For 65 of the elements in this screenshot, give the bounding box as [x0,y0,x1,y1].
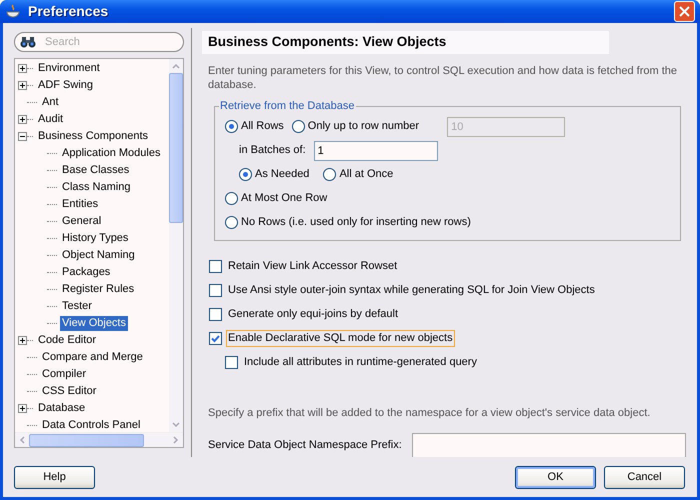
search-field[interactable]: Search [14,32,184,52]
tree-item[interactable]: Class Naming [60,180,132,196]
radio-label[interactable]: As Needed [255,166,310,183]
dialog-button[interactable]: Cancel [604,466,685,488]
window-title: Preferences [28,2,110,22]
checkbox[interactable] [209,308,222,321]
checkbox-label[interactable]: Include all attributes in runtime-generated query [242,354,479,371]
tree-item[interactable]: Base Classes [60,163,132,178]
tree-item[interactable]: Entities [60,197,100,212]
radio-button[interactable] [239,168,252,181]
expand-icon[interactable] [18,81,27,90]
close-icon [679,6,690,18]
tree-item[interactable]: Business Components [36,129,150,144]
batches-label: in Batches of: [239,143,306,158]
collapse-icon[interactable] [18,132,27,142]
prefix-field[interactable] [412,433,686,457]
checkbox-label[interactable]: Use Ansi style outer-join syntax while generating SQL for Join View Objects [226,282,597,299]
tree-item[interactable]: Database [36,401,88,416]
expand-icon[interactable] [18,64,27,74]
tree-item[interactable]: Ant [40,95,61,110]
expand-icon[interactable] [18,336,27,346]
checkbox-label[interactable]: Retain View Link Accessor Rowset [226,258,400,275]
tree-item[interactable]: Data Controls Panel [40,418,142,432]
tree-item[interactable]: Packages [60,265,112,280]
tree-item[interactable]: Code Editor [36,333,98,348]
expand-icon[interactable] [18,115,27,124]
radio-button[interactable] [225,120,238,133]
dialog-button[interactable]: Help [14,466,95,488]
text-field[interactable]: 1 [314,140,438,160]
tree-item[interactable]: View Objects [60,316,128,332]
radio-button[interactable] [292,120,305,133]
checkbox[interactable] [225,356,238,369]
tree-item[interactable]: Register Rules [60,282,136,298]
prefix-label: Service Data Object Namespace Prefix: [208,438,402,453]
tree-item[interactable]: Compiler [40,367,88,382]
tree-item[interactable]: Object Naming [60,248,137,264]
radio-label[interactable]: At Most One Row [241,190,328,207]
radio-button[interactable] [323,168,336,181]
group-title: Retrieve from the Database [219,98,356,112]
prefix-note: Specify a prefix that will be added to the namespace for a view object's service data object. [208,406,652,420]
page-heading: Business Components: View Objects [202,31,609,54]
tree-item[interactable]: General [60,214,104,230]
radio-label[interactable]: Only up to row number [308,118,420,135]
checkbox[interactable] [209,332,222,345]
close-button[interactable] [674,1,695,22]
checkbox-label[interactable]: Generate only equi-joins by default [226,306,400,323]
radio-label[interactable]: All at Once [339,166,394,183]
dialog-button[interactable]: OK [515,466,596,488]
expand-icon[interactable] [18,404,27,414]
radio-button[interactable] [225,216,238,229]
tree-item[interactable]: History Types [60,231,130,246]
description-text: Enter tuning parameters for this View, to control SQL execution and how data is fetched from the database. [208,64,678,92]
tree-item[interactable]: Audit [36,112,66,128]
tree-item[interactable]: CSS Editor [40,384,98,400]
checkbox[interactable] [209,260,222,273]
radio-button[interactable] [225,192,238,205]
tree-item[interactable]: Application Modules [60,146,162,162]
tree-item[interactable]: Compare and Merge [40,350,145,366]
checkbox[interactable] [209,284,222,297]
tree-item[interactable]: ADF Swing [36,78,96,94]
tree-item[interactable]: Environment [36,61,102,76]
checkbox-label[interactable]: Enable Declarative SQL mode for new objects [226,330,455,347]
radio-label[interactable]: No Rows (i.e. used only for inserting new rows) [241,214,471,231]
radio-label[interactable]: All Rows [241,118,284,135]
tree-item[interactable]: Tester [60,299,94,314]
